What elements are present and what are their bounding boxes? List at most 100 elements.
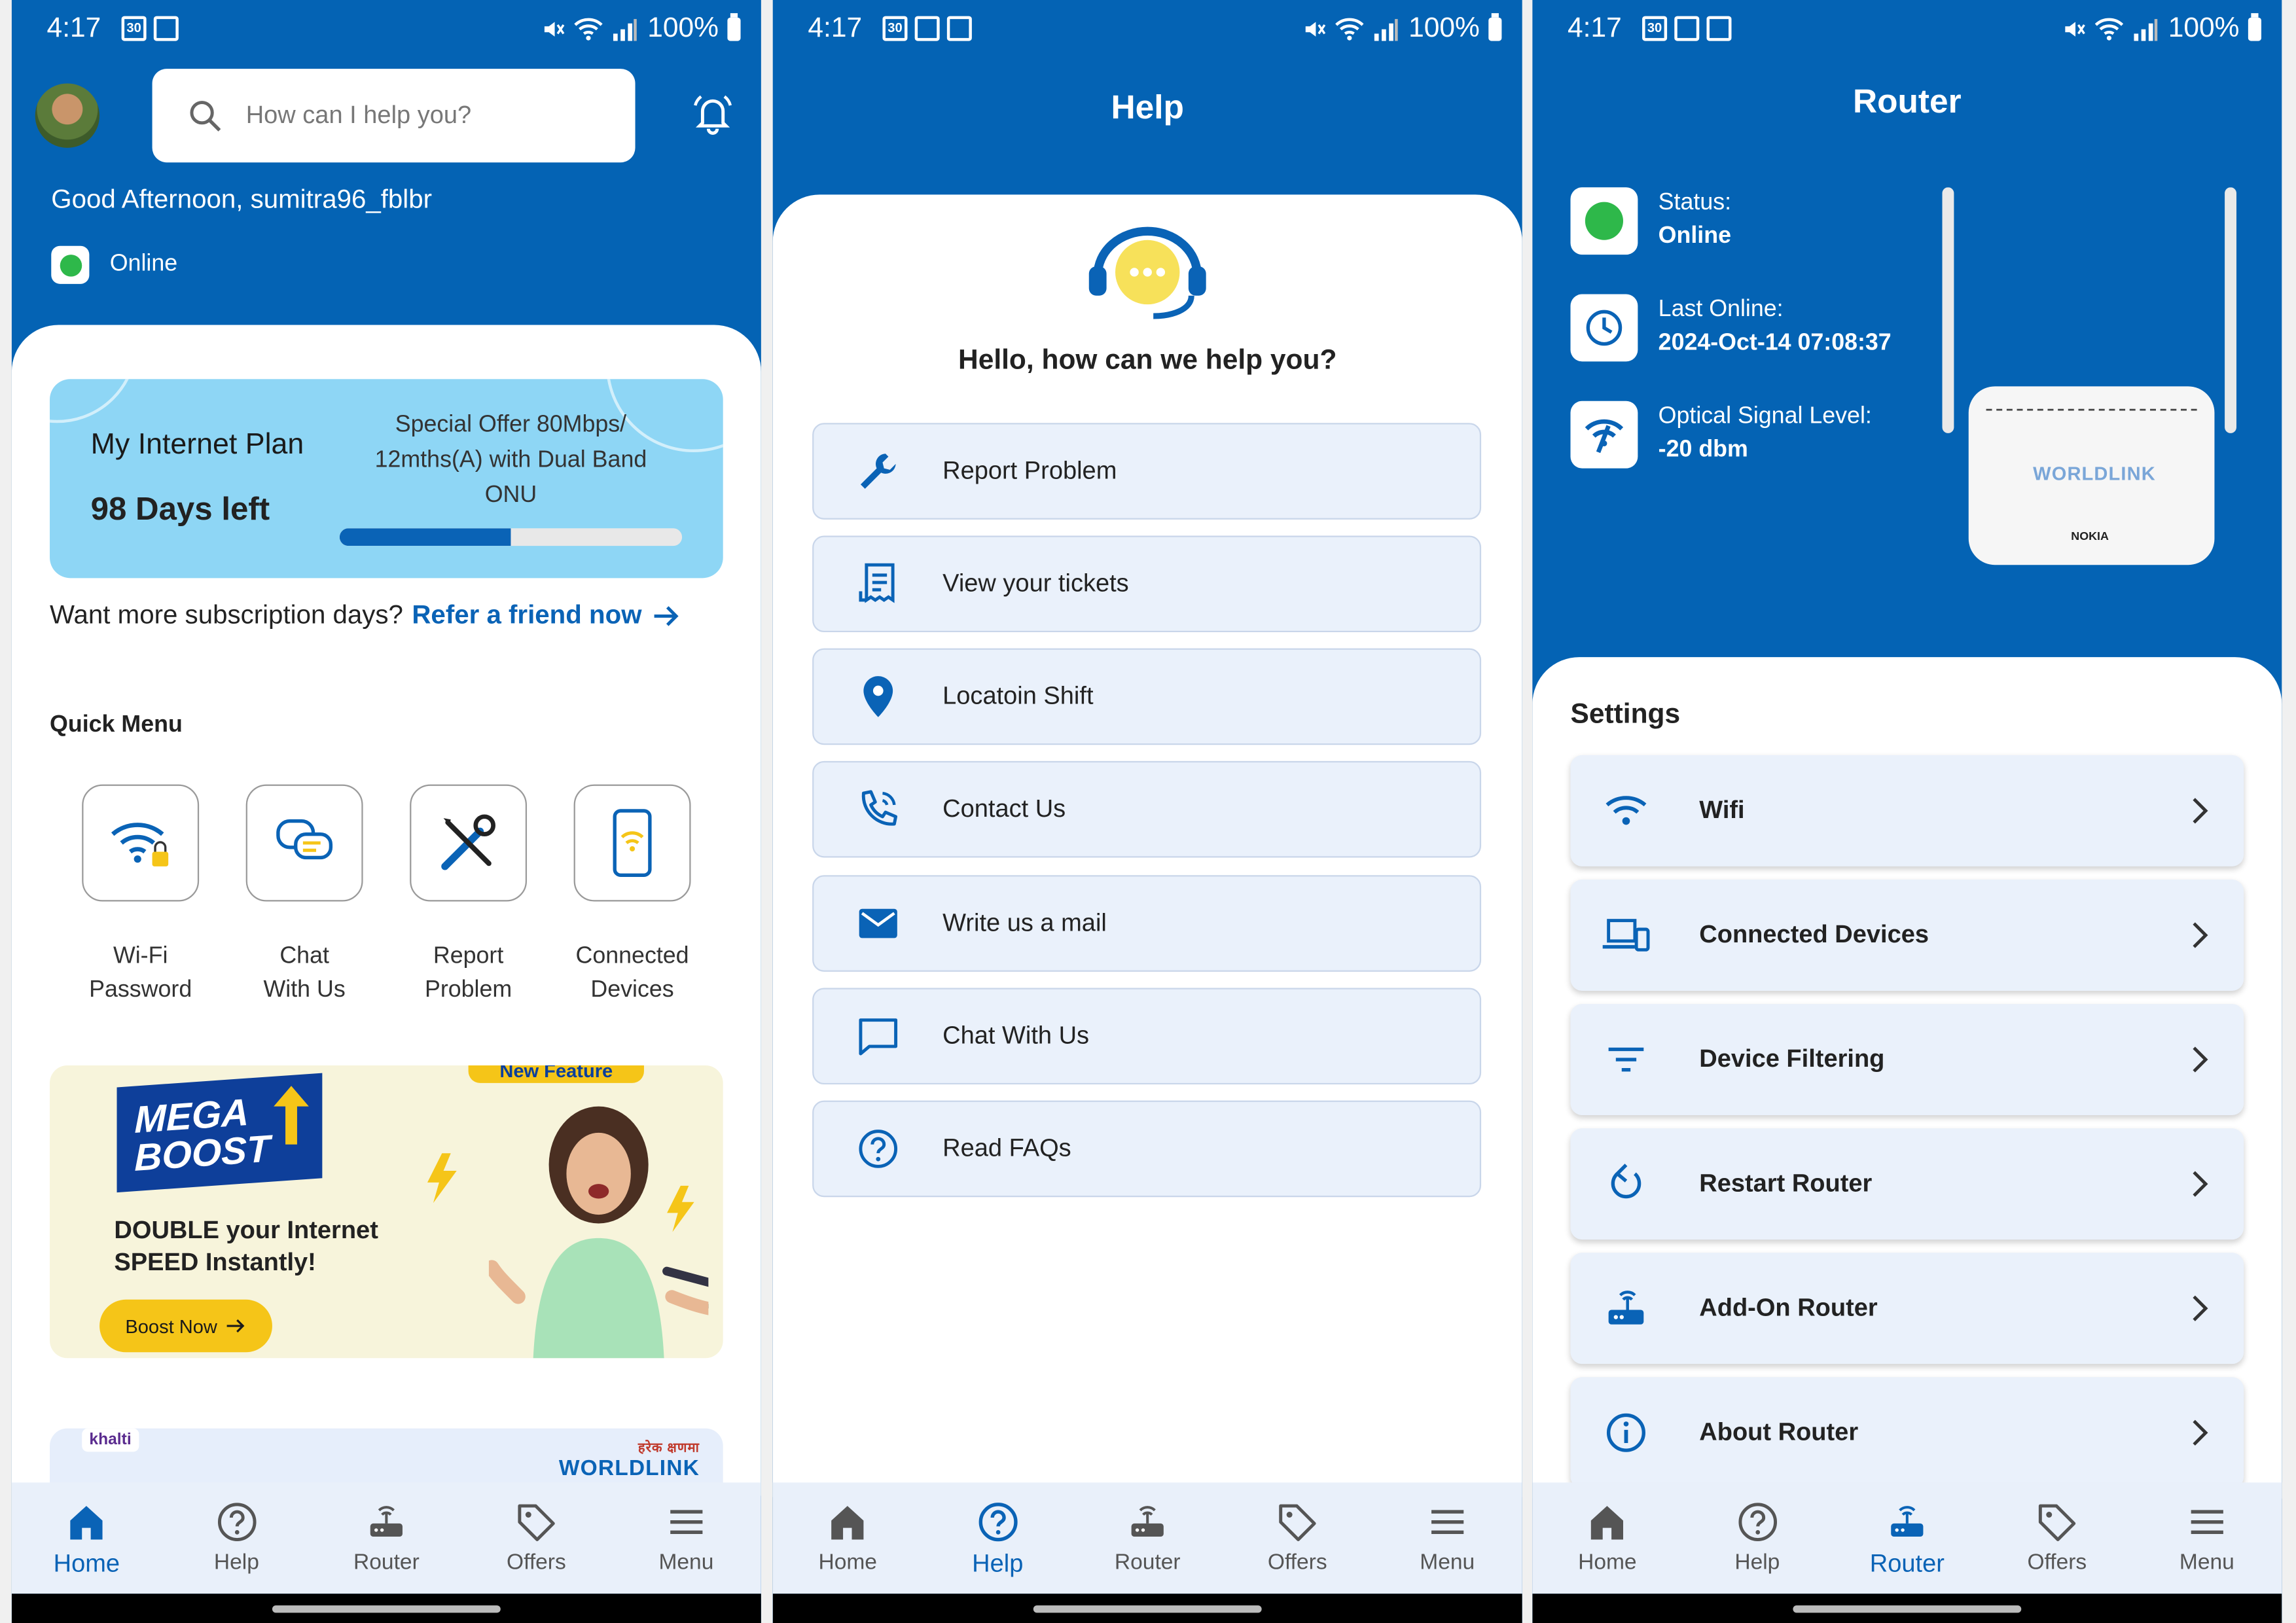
nav-menu[interactable]: Menu — [611, 1482, 761, 1594]
search-input[interactable]: How can I help you? — [152, 69, 636, 163]
devices-icon — [1602, 919, 1650, 952]
help-location-shift[interactable]: Locatoin Shift — [812, 648, 1482, 745]
clock-icon — [1570, 294, 1638, 362]
quick-menu-chat[interactable]: Chat With Us — [245, 784, 363, 1007]
home-icon — [831, 1506, 864, 1540]
quick-menu-label: Problem — [424, 977, 512, 1003]
help-item-label: Locatoin Shift — [942, 682, 1094, 710]
setting-device-filtering[interactable]: Device Filtering — [1570, 1004, 2244, 1116]
wrench-icon — [860, 454, 896, 489]
banner-headline-line: DOUBLE your Internet — [114, 1216, 378, 1244]
nav-router[interactable]: Router — [1073, 1482, 1223, 1594]
setting-about-router[interactable]: About Router — [1570, 1377, 2244, 1489]
quick-menu-label: Chat — [279, 944, 329, 969]
nav-router[interactable]: Router — [1832, 1482, 1982, 1594]
nav-label: Menu — [2179, 1550, 2234, 1575]
mail-icon — [859, 908, 897, 938]
chevron-right-icon — [2193, 1046, 2208, 1073]
setting-add-on-router[interactable]: Add-On Router — [1570, 1253, 2244, 1364]
promo-model-image — [488, 1106, 709, 1359]
nav-menu[interactable]: Menu — [1372, 1482, 1522, 1594]
plan-offer: Special Offer 80Mbps/ 12mths(A) with Dua… — [374, 412, 647, 508]
setting-label: Add-On Router — [1699, 1293, 1878, 1322]
refer-link[interactable]: Refer a friend now — [412, 600, 641, 631]
boost-now-button[interactable]: Boost Now — [99, 1299, 272, 1353]
signal-value: -20 dbm — [1658, 437, 1748, 463]
plan-days-left: 98 Days left — [90, 490, 270, 527]
arrow-right-icon[interactable] — [651, 602, 683, 628]
boost-now-label: Boost Now — [125, 1315, 217, 1337]
router-icon — [370, 1506, 403, 1537]
nav-home[interactable]: Home — [1532, 1482, 1682, 1594]
settings-title: Settings — [1570, 699, 1681, 730]
online-dot-icon — [1570, 187, 1638, 255]
restart-icon — [1611, 1164, 1641, 1199]
mega-boost-banner[interactable]: New Feature MEGA BOOST DOUBLE your Inter… — [50, 1065, 723, 1359]
nav-label: Help — [1734, 1550, 1780, 1575]
nav-offers[interactable]: Offers — [461, 1482, 611, 1594]
avatar[interactable] — [35, 83, 100, 148]
phone-wifi-icon — [613, 809, 652, 877]
help-screen: 4:17 30 100% Help Hello, how can we help… — [772, 0, 1522, 1623]
nav-label: Menu — [658, 1550, 714, 1575]
nav-label: Help — [972, 1550, 1024, 1578]
wifi-icon — [1605, 796, 1647, 825]
nav-help[interactable]: Help — [1682, 1482, 1832, 1594]
lightning-icon — [427, 1153, 457, 1204]
nav-label: Home — [1578, 1550, 1637, 1575]
help-icon — [1738, 1503, 1777, 1541]
quick-menu-report-problem[interactable]: Report Problem — [410, 784, 528, 1007]
help-contact-us[interactable]: Contact Us — [812, 760, 1482, 858]
nav-help[interactable]: Help — [162, 1482, 312, 1594]
status-right: 100% — [1303, 13, 1502, 45]
help-write-mail[interactable]: Write us a mail — [812, 875, 1482, 972]
gesture-bar — [772, 1594, 1522, 1623]
quick-menu-connected-devices[interactable]: Connected Devices — [573, 784, 691, 1007]
festival-banner[interactable]: khalti हरेक क्षणमा WORLDLINK — [50, 1428, 723, 1488]
menu-icon — [2191, 1510, 2223, 1535]
chat-bubble-icon — [859, 1018, 898, 1056]
nav-label: Router — [1869, 1550, 1945, 1578]
nav-label: Offers — [2027, 1550, 2087, 1575]
help-report-problem[interactable]: Report Problem — [812, 423, 1482, 520]
status-time: 4:17 — [808, 13, 863, 45]
internet-plan-card[interactable]: My Internet Plan 98 Days left Special Of… — [50, 379, 723, 579]
signal-icon — [613, 19, 637, 41]
quick-menu-wifi-password[interactable]: Wi-Fi Password — [82, 784, 200, 1007]
status-right: 100% — [542, 13, 741, 45]
setting-label: Restart Router — [1699, 1169, 1873, 1198]
help-view-tickets[interactable]: View your tickets — [812, 535, 1482, 633]
setting-wifi[interactable]: Wifi — [1570, 755, 2244, 866]
help-chat-with-us[interactable]: Chat With Us — [812, 988, 1482, 1085]
nav-home[interactable]: Home — [773, 1482, 923, 1594]
nav-home[interactable]: Home — [12, 1482, 162, 1594]
arrow-right-icon — [227, 1319, 245, 1333]
phone-call-icon — [861, 790, 898, 826]
signal-strength-icon — [1570, 401, 1638, 469]
help-read-faqs[interactable]: Read FAQs — [812, 1100, 1482, 1198]
status-right: 100% — [2063, 13, 2262, 45]
gesture-bar — [11, 1594, 761, 1623]
nav-help[interactable]: Help — [923, 1482, 1073, 1594]
last-online-label: Last Online: — [1658, 296, 1784, 322]
help-item-label: Read FAQs — [942, 1134, 1071, 1162]
status-bar: 4:17 30 100% — [773, 0, 1522, 56]
calendar-icon: 30 — [1642, 16, 1668, 41]
nav-label: Router — [1114, 1550, 1181, 1575]
status-icons: 30 — [1642, 16, 1732, 41]
bell-icon[interactable] — [691, 92, 735, 136]
quick-menu-label: Devices — [590, 977, 674, 1003]
nav-menu[interactable]: Menu — [2132, 1482, 2282, 1594]
nav-offers[interactable]: Offers — [1223, 1482, 1372, 1594]
greeting-text: Good Afternoon, sumitra96_fblbr — [51, 184, 433, 214]
nav-label: Router — [353, 1550, 420, 1575]
online-status: Online — [51, 245, 177, 284]
battery-icon — [2248, 13, 2262, 41]
nav-router[interactable]: Router — [312, 1482, 461, 1594]
setting-connected-devices[interactable]: Connected Devices — [1570, 879, 2244, 991]
tag-icon — [2039, 1504, 2077, 1541]
setting-restart-router[interactable]: Restart Router — [1570, 1128, 2244, 1240]
nav-offers[interactable]: Offers — [1982, 1482, 2132, 1594]
wifi-status-icon — [1336, 18, 1365, 41]
status-icons: 30 — [121, 16, 179, 41]
